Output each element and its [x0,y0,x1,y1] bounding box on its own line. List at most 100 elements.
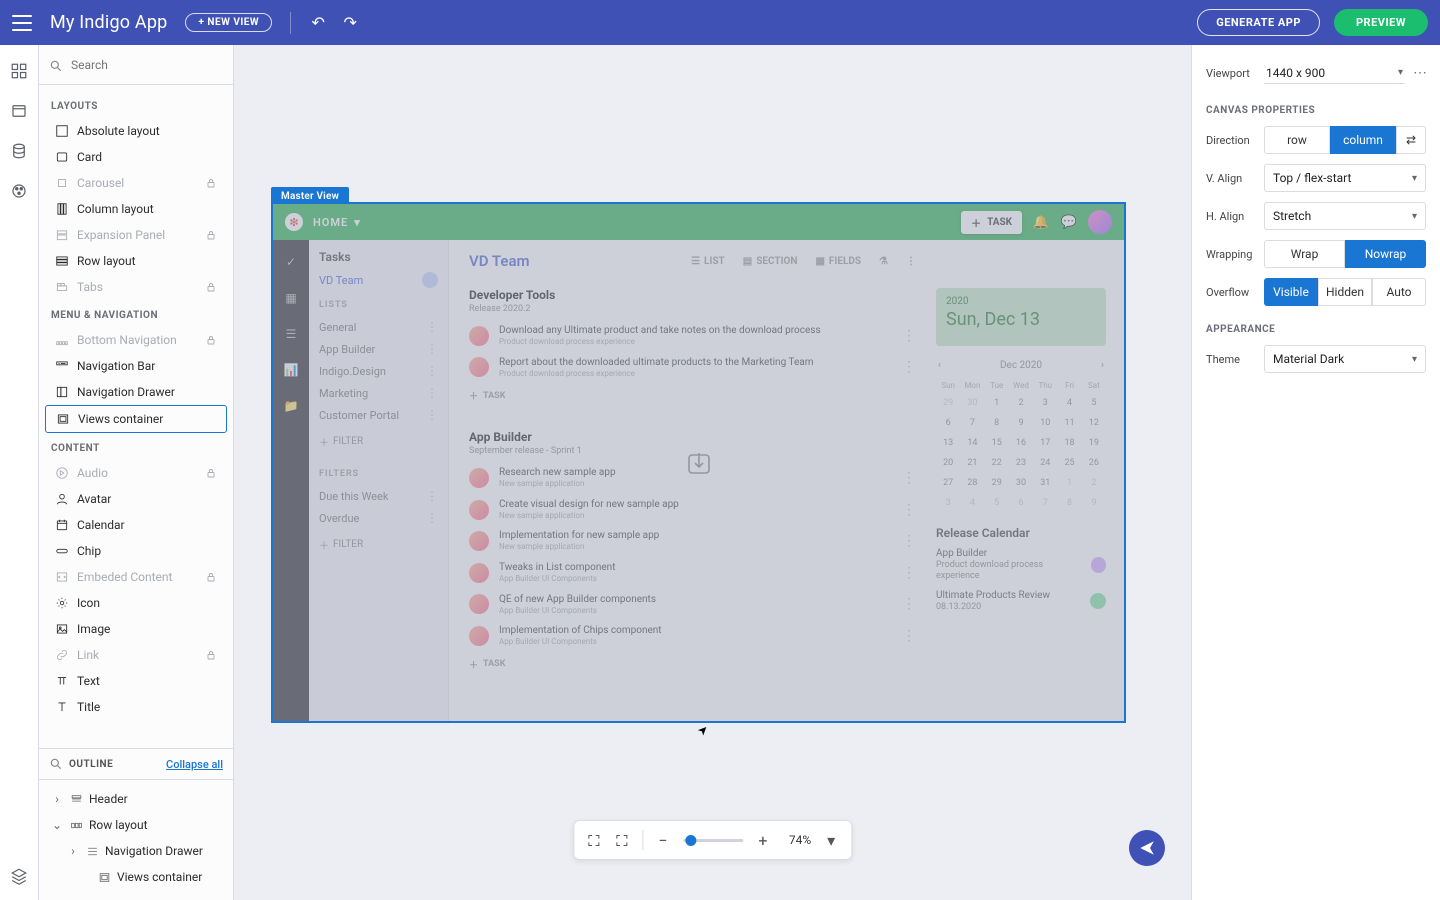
calendar-day: 25 [1057,458,1081,468]
halign-dropdown[interactable]: Stretch▾ [1264,202,1426,230]
avatar-icon [55,492,69,506]
task-row: Tweaks in List componentApp Builder UI C… [469,557,916,589]
group-1-sub: Release 2020.2 [469,304,916,314]
redo-icon[interactable] [341,14,359,32]
avatar [469,357,489,377]
menu-item-navigation-drawer[interactable]: Navigation Drawer [45,379,227,405]
calendar-day: 1 [1057,478,1081,488]
task-row: Implementation of Chips componentApp Bui… [469,620,916,652]
avatar [469,326,489,346]
link-icon [55,648,69,662]
search-input[interactable] [71,58,223,72]
layers-icon[interactable] [9,866,29,886]
theme-icon[interactable] [9,181,29,201]
undo-icon[interactable] [309,14,327,32]
collapse-all-link[interactable]: Collapse all [166,758,223,771]
outline-item-header[interactable]: › Header [39,786,233,812]
icon-icon [55,596,69,610]
zoom-in-button[interactable]: + [755,832,771,848]
section-canvas-props: CANVAS PROPERTIES [1206,105,1426,116]
content-item-chip[interactable]: Chip [45,538,227,564]
drop-target-icon [683,447,715,479]
outline-item-nav-drawer[interactable]: › Navigation Drawer [39,838,233,864]
content-item-text[interactable]: Text [45,668,227,694]
zoom-slider[interactable] [683,839,743,842]
direction-row-button[interactable]: row [1264,126,1330,154]
content-item-image[interactable]: Image [45,616,227,642]
chat-icon[interactable]: 💬 [1060,213,1078,231]
properties-panel: Viewport 1440 x 900▾ ⋯ CANVAS PROPERTIES… [1191,45,1440,900]
calendar-day: 29 [936,398,960,408]
valign-dropdown[interactable]: Top / flex-start▾ [1264,164,1426,192]
new-view-button[interactable]: + NEW VIEW [185,13,272,32]
content-item-avatar[interactable]: Avatar [45,486,227,512]
more-icon[interactable]: ⋯ [1413,65,1426,81]
expand-icon[interactable] [614,832,630,848]
bell-icon[interactable]: 🔔 [1032,213,1050,231]
design-stage[interactable]: Master View ❇ HOME▾ ＋TASK 🔔 💬 ✓ ▦ ☰ 📊 📁 [234,45,1191,900]
generate-app-button[interactable]: GENERATE APP [1197,9,1320,36]
tabs-icon [55,280,69,294]
calendar-day: 18 [1057,438,1081,448]
calendar-day: 6 [936,418,960,428]
send-fab[interactable] [1129,830,1165,866]
chevron-down-icon[interactable]: ▾ [823,832,839,848]
overflow-hidden-button[interactable]: Hidden [1318,278,1372,306]
layout-item-row-layout[interactable]: Row layout [45,248,227,274]
menu-item-bottom-navigation: Bottom Navigation [45,327,227,353]
lock-icon [205,571,217,583]
menu-item-views-container[interactable]: Views container [45,405,227,433]
overflow-auto-button[interactable]: Auto [1372,278,1426,306]
vd-team-title: VD Team [469,252,530,270]
calendar-day: 5 [1082,398,1106,408]
new-task-button[interactable]: ＋TASK [961,211,1022,234]
overflow-visible-button[interactable]: Visible [1264,278,1318,306]
theme-label: Theme [1206,353,1264,366]
layout-item-column-layout[interactable]: Column layout [45,196,227,222]
avatar[interactable] [1088,210,1112,234]
components-icon[interactable] [9,61,29,81]
outline-search-icon[interactable] [49,757,63,771]
zoom-out-button[interactable]: − [655,832,671,848]
content-item-embeded-content: Embeded Content [45,564,227,590]
sidebar-title: Tasks [319,250,438,264]
avatar [469,626,489,646]
filters-section-title: FILTERS [319,469,438,479]
viewport-dropdown[interactable]: 1440 x 900▾ [1264,63,1405,84]
wrap-button[interactable]: Wrap [1264,240,1345,268]
release-item: App BuilderProduct download process expe… [936,548,1106,582]
theme-dropdown[interactable]: Material Dark▾ [1264,345,1426,373]
filter-item: Due this Week⋮ [319,485,438,507]
toolbox-panel: LAYOUTS Absolute layoutCardCarouselColum… [39,45,234,900]
outline-item-row-layout[interactable]: ⌄ Row layout [39,812,233,838]
views-icon[interactable] [9,101,29,121]
content-item-calendar[interactable]: Calendar [45,512,227,538]
menu-item-navigation-bar[interactable]: Navigation Bar [45,353,227,379]
zoom-value: 74% [789,833,811,847]
more-icon: ⋮ [902,470,916,486]
preview-button[interactable]: PREVIEW [1334,9,1428,36]
folder-icon: 📁 [283,398,299,414]
calendar-day: 1 [985,398,1009,408]
outline-item-views-container[interactable]: › Views container [39,864,233,890]
data-icon[interactable] [9,141,29,161]
fit-screen-icon[interactable] [586,832,602,848]
menu-icon[interactable] [12,15,32,31]
more-icon: ⋮ [902,596,916,612]
section-content: CONTENT [39,433,233,460]
list-item: General⋮ [319,316,438,338]
content-item-icon[interactable]: Icon [45,590,227,616]
layout-item-card[interactable]: Card [45,144,227,170]
more-icon: ⋮ [902,328,916,344]
master-view-canvas[interactable]: ❇ HOME▾ ＋TASK 🔔 💬 ✓ ▦ ☰ 📊 📁 Tasks V [271,202,1126,723]
title-icon [55,700,69,714]
nowrap-button[interactable]: Nowrap [1345,240,1426,268]
direction-column-button[interactable]: column [1330,126,1396,154]
content-item-audio: Audio [45,460,227,486]
content-item-title[interactable]: Title [45,694,227,720]
list-view-button: ☰ LIST [691,256,725,267]
swap-axis-button[interactable]: ⇄ [1396,126,1426,154]
more-icon: ⋮ [906,256,916,267]
layout-item-absolute-layout[interactable]: Absolute layout [45,118,227,144]
navigation-drawer-icon [55,385,69,399]
